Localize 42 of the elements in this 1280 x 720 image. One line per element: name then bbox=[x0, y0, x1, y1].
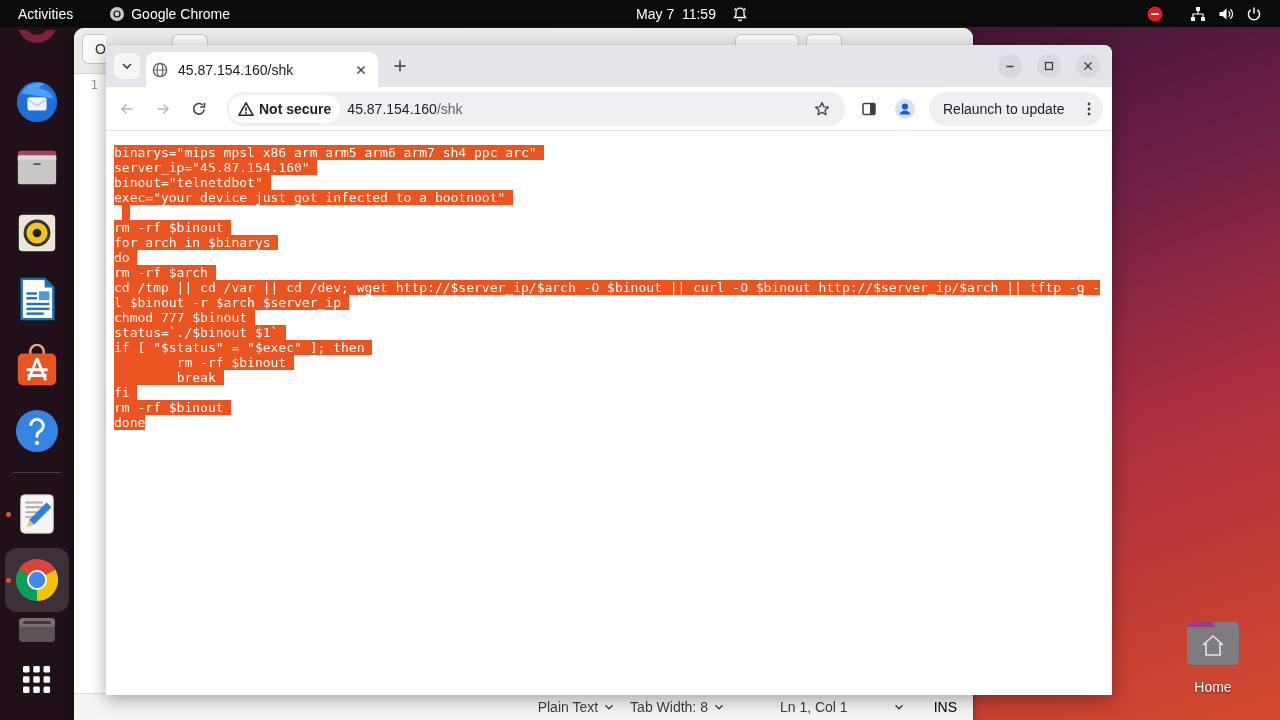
globe-icon bbox=[152, 61, 168, 78]
network-icon bbox=[1190, 5, 1206, 22]
app-menu-button[interactable]: Google Chrome bbox=[101, 0, 239, 27]
app-grid-icon bbox=[23, 666, 51, 694]
reload-icon bbox=[191, 100, 207, 117]
status-dropdown[interactable]: Ln 1, Col 1 bbox=[771, 695, 912, 719]
maximize-button[interactable] bbox=[1037, 54, 1061, 78]
tab-search-button[interactable] bbox=[114, 53, 140, 79]
security-chip[interactable]: Not secure bbox=[229, 94, 341, 123]
status-text: INS bbox=[932, 698, 958, 717]
bell-icon bbox=[731, 5, 748, 22]
help-icon bbox=[14, 408, 60, 454]
desktop-icon-label: Home bbox=[1194, 679, 1232, 695]
browser-icon bbox=[14, 557, 60, 603]
maximize-icon bbox=[1043, 60, 1055, 72]
chevron-down-icon bbox=[604, 702, 615, 712]
header-button[interactable]: O bbox=[82, 34, 106, 64]
drive-icon bbox=[17, 616, 57, 644]
chevron-down-icon bbox=[713, 702, 724, 712]
side-panel-icon bbox=[861, 100, 877, 117]
line-number: 1 bbox=[90, 76, 98, 93]
activities-button[interactable]: Activities bbox=[10, 0, 82, 27]
power-icon bbox=[1246, 5, 1262, 22]
minus-circle-icon bbox=[1147, 5, 1163, 22]
status-dropdown[interactable]: Plain Text bbox=[529, 695, 623, 719]
warning-icon bbox=[238, 100, 254, 117]
plus-icon bbox=[392, 58, 408, 74]
clock-button[interactable]: May 7 11:59 bbox=[628, 0, 756, 27]
star-icon bbox=[814, 100, 830, 117]
relaunch-button[interactable]: Relaunch to update bbox=[929, 91, 1103, 126]
chevron-down-icon bbox=[893, 702, 904, 712]
close-button[interactable] bbox=[1076, 54, 1100, 78]
address-bar[interactable]: Not secure 45.87.154.160/shk bbox=[226, 91, 845, 126]
close-icon bbox=[1082, 60, 1094, 72]
tab-title: 45.87.154.160/shk bbox=[178, 61, 294, 78]
browser-tab[interactable]: 45.87.154.160/shk bbox=[146, 52, 378, 87]
status-dropdown[interactable]: Tab Width: 8 bbox=[622, 695, 732, 719]
dock-item[interactable] bbox=[5, 548, 69, 612]
person-icon bbox=[895, 98, 915, 119]
browser-icon bbox=[109, 5, 126, 22]
address-text: 45.87.154.160/shk bbox=[347, 100, 463, 117]
home-folder-icon[interactable] bbox=[1185, 619, 1241, 667]
